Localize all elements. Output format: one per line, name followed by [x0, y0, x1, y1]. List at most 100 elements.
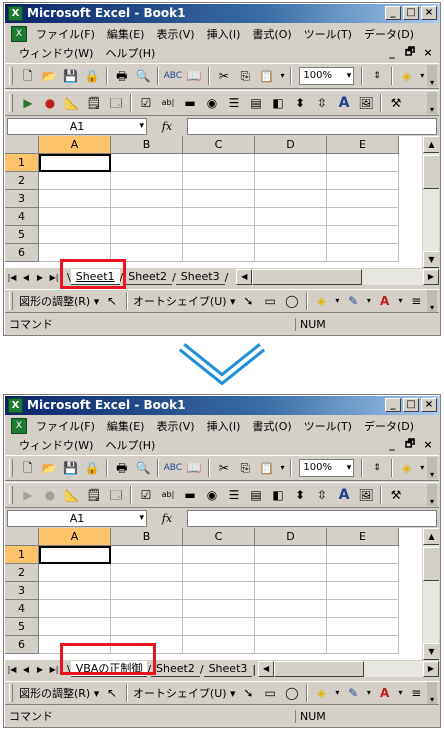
doc-minimize-button[interactable]: _	[385, 46, 399, 59]
new-icon[interactable]: 🗋	[17, 65, 39, 87]
record-icon[interactable]: ●	[39, 484, 61, 506]
fill-color-icon[interactable]: ◈	[311, 682, 333, 704]
formula-input[interactable]	[187, 117, 437, 135]
active-cell-a1[interactable]	[39, 546, 111, 564]
doc-restore-button[interactable]: 🗗	[403, 435, 417, 454]
paste-icon[interactable]: 📋	[256, 65, 278, 87]
run-icon[interactable]: ▶	[17, 92, 39, 114]
menu-insert[interactable]: 挿入(I)	[201, 418, 247, 434]
minimize-button[interactable]: _	[385, 6, 401, 20]
column-header-c[interactable]: C	[183, 528, 255, 546]
toolbar-chevron-icon[interactable]: ▾	[427, 65, 437, 87]
textbox-control-icon[interactable]: ab|	[157, 484, 179, 506]
save-icon[interactable]: 💾	[60, 457, 82, 479]
scroll-right-icon[interactable]: ▶	[423, 661, 439, 677]
combobox-control-icon[interactable]: ▤	[245, 92, 267, 114]
insert-function-icon[interactable]: fx	[147, 512, 187, 525]
oval-tool-icon[interactable]: ◯	[281, 682, 303, 704]
arrow-tool-icon[interactable]: ➘	[238, 682, 260, 704]
cut-icon[interactable]: ✂	[213, 65, 235, 87]
column-header-e[interactable]: E	[327, 528, 399, 546]
worksheet-grid[interactable]: A B C D E 1 2 3 4 5 6 ▲ ▼	[5, 528, 439, 660]
open-icon[interactable]: 📂	[38, 65, 60, 87]
sheet-tab-2[interactable]: Sheet2	[151, 661, 200, 677]
first-sheet-icon[interactable]: |◀	[5, 273, 19, 282]
print-icon[interactable]: 🖶	[111, 457, 133, 479]
last-sheet-icon[interactable]: ▶|	[47, 665, 61, 674]
font-color-icon[interactable]: A	[374, 290, 396, 312]
image-control-icon[interactable]: 🖼	[355, 484, 377, 506]
research-icon[interactable]: 📖	[184, 65, 206, 87]
column-header-a[interactable]: A	[39, 528, 111, 546]
properties-icon[interactable]: 🗒	[83, 92, 105, 114]
horizontal-scrollbar[interactable]: ◀ ▶	[236, 269, 439, 285]
column-header-c[interactable]: C	[183, 136, 255, 154]
column-header-a[interactable]: A	[39, 136, 111, 154]
design-mode-icon[interactable]: 📐	[61, 92, 83, 114]
line-color-icon[interactable]: ✎	[342, 682, 364, 704]
doc-restore-button[interactable]: 🗗	[403, 43, 417, 62]
toggle-control-icon[interactable]: ◧	[267, 92, 289, 114]
paste-icon[interactable]: 📋	[256, 457, 278, 479]
next-sheet-icon[interactable]: ▶	[33, 665, 47, 674]
image-control-icon[interactable]: 🖼	[355, 92, 377, 114]
select-all-corner[interactable]	[5, 136, 39, 154]
column-header-d[interactable]: D	[255, 528, 327, 546]
arrow-tool-icon[interactable]: ➘	[238, 290, 260, 312]
rectangle-tool-icon[interactable]: ▭	[259, 290, 281, 312]
fill-color-icon[interactable]: ◈	[396, 65, 418, 87]
worksheet-grid[interactable]: A B C D E 1 2 3 4 5 6 ▲ ▼	[5, 136, 439, 268]
next-sheet-icon[interactable]: ▶	[33, 273, 47, 282]
first-sheet-icon[interactable]: |◀	[5, 665, 19, 674]
menu-tools[interactable]: ツール(T)	[298, 26, 358, 42]
menu-help[interactable]: ヘルプ(H)	[99, 45, 161, 61]
sheet-tab-3[interactable]: Sheet3	[175, 269, 225, 285]
row-header-5[interactable]: 5	[5, 618, 39, 636]
view-code-icon[interactable]: 🗔	[105, 484, 127, 506]
menu-data[interactable]: データ(D)	[358, 26, 420, 42]
option-control-icon[interactable]: ◉	[201, 92, 223, 114]
properties-icon[interactable]: 🗒	[83, 484, 105, 506]
horizontal-scroll-thumb[interactable]	[274, 661, 365, 677]
zoom-select[interactable]: 100%	[299, 459, 355, 477]
cut-icon[interactable]: ✂	[213, 457, 235, 479]
document-icon[interactable]: X	[11, 25, 27, 42]
toolbar-options-icon[interactable]: ⇕	[366, 457, 388, 479]
last-sheet-icon[interactable]: ▶|	[47, 273, 61, 282]
menu-help[interactable]: ヘルプ(H)	[99, 437, 161, 453]
row-header-5[interactable]: 5	[5, 226, 39, 244]
autoshape-menu[interactable]: オートシェイプ(U) ▾	[131, 685, 238, 701]
drawbar-chevron-icon[interactable]: ▾	[427, 682, 437, 704]
checkbox-control-icon[interactable]: ☑	[135, 92, 157, 114]
formula-input[interactable]	[187, 509, 437, 527]
select-pointer-icon[interactable]: ↖	[101, 682, 123, 704]
name-box-dropdown-icon[interactable]: ▾	[139, 511, 144, 526]
column-header-b[interactable]: B	[111, 136, 183, 154]
label-control-icon[interactable]: A	[333, 92, 355, 114]
button-control-icon[interactable]: ▬	[179, 484, 201, 506]
row-header-3[interactable]: 3	[5, 582, 39, 600]
view-code-icon[interactable]: 🗔	[105, 92, 127, 114]
new-icon[interactable]: 🗋	[17, 457, 39, 479]
print-preview-icon[interactable]: 🔍	[133, 457, 155, 479]
sheet-tab-2[interactable]: Sheet2	[123, 269, 173, 285]
row-header-3[interactable]: 3	[5, 190, 39, 208]
vertical-scroll-thumb[interactable]	[423, 155, 439, 189]
permission-icon[interactable]: 🔒	[82, 457, 104, 479]
row-header-6[interactable]: 6	[5, 636, 39, 654]
scroll-left-icon[interactable]: ◀	[236, 269, 253, 285]
research-icon[interactable]: 📖	[184, 457, 206, 479]
toolbar-chevron-icon[interactable]: ▾	[427, 457, 437, 479]
autoshape-menu[interactable]: オートシェイプ(U) ▾	[131, 293, 238, 309]
option-control-icon[interactable]: ◉	[201, 484, 223, 506]
menu-data[interactable]: データ(D)	[358, 418, 420, 434]
horizontal-scrollbar[interactable]: ◀ ▶	[258, 661, 439, 677]
copy-icon[interactable]: ⎘	[235, 457, 257, 479]
close-button[interactable]: ×	[421, 398, 437, 412]
column-header-d[interactable]: D	[255, 136, 327, 154]
scroll-up-icon[interactable]: ▲	[423, 528, 439, 545]
name-box-dropdown-icon[interactable]: ▾	[139, 119, 144, 134]
line-color-icon[interactable]: ✎	[342, 290, 364, 312]
combobox-control-icon[interactable]: ▤	[245, 484, 267, 506]
row-header-1[interactable]: 1	[5, 154, 39, 172]
